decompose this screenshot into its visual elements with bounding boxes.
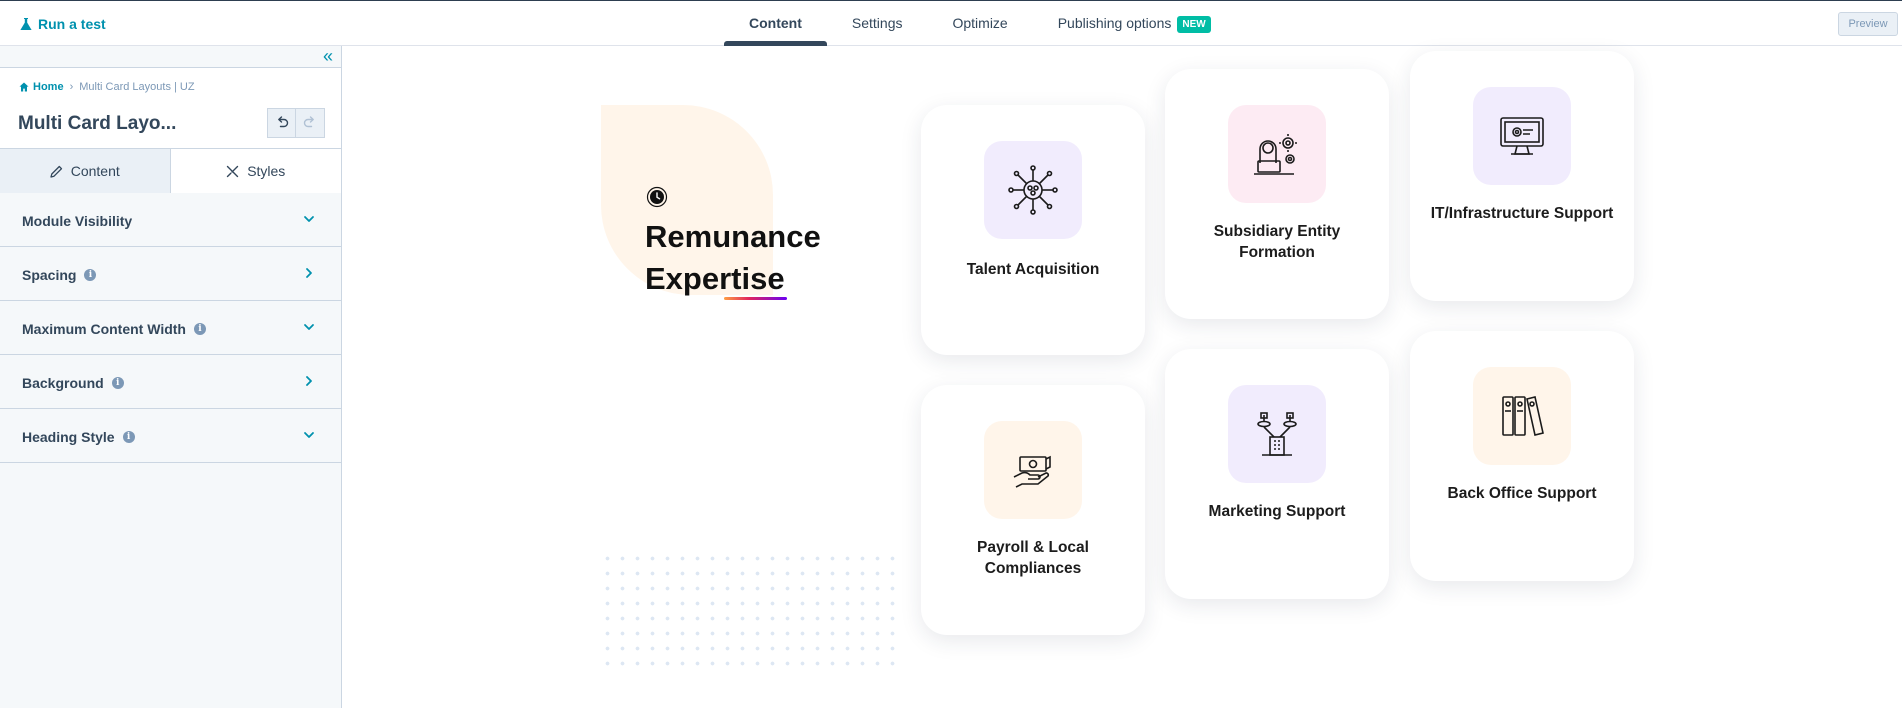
sidebar-tab-styles[interactable]: Styles [170, 149, 341, 193]
card-icon-box [984, 421, 1082, 519]
run-test-button[interactable]: Run a test [20, 16, 106, 32]
breadcrumb-home[interactable]: Home [19, 81, 64, 93]
info-icon[interactable]: i [84, 269, 97, 281]
breadcrumb: Home › Multi Card Layouts | UZ [19, 81, 195, 93]
section-label: Heading Style i [22, 429, 135, 445]
section-label: Spacing i [22, 267, 97, 283]
page-preview: Remunance Expertise Talent Acquisition S… [343, 46, 1902, 708]
chevron-right-icon [306, 376, 312, 386]
binders-icon [1502, 396, 1544, 436]
brush-ruler-icon [226, 165, 239, 177]
tab-settings-label: Settings [851, 15, 903, 31]
section-heading: Remunance Expertise [645, 216, 821, 300]
section-title: Background [22, 375, 104, 391]
section-spacing[interactable]: Spacing i [0, 247, 341, 301]
heading-underline [724, 297, 787, 300]
chevron-down-icon [304, 324, 314, 330]
collapse-sidebar-icon[interactable]: « [323, 47, 333, 65]
chevron-down-icon [304, 216, 314, 222]
flask-icon [20, 17, 32, 30]
card-back-office-support[interactable]: Back Office Support [1410, 331, 1634, 581]
section-heading-style[interactable]: Heading Style i [0, 409, 341, 463]
section-title: Spacing [22, 267, 77, 283]
section-label: Module Visibility [22, 213, 132, 229]
undo-button[interactable] [267, 108, 296, 138]
laptop-gears-icon [1254, 134, 1297, 175]
card-title: Talent Acquisition [966, 261, 1100, 278]
info-icon[interactable]: i [122, 431, 135, 443]
card-marketing-support[interactable]: Marketing Support [1165, 349, 1389, 599]
card-talent-acquisition[interactable]: Talent Acquisition [921, 105, 1145, 355]
info-icon[interactable]: i [111, 377, 124, 389]
sidebar: « Home › Multi Card Layouts | UZ Multi C… [0, 46, 342, 708]
new-badge: NEW [1177, 16, 1211, 33]
hand-cash-icon [1013, 455, 1051, 488]
section-title: Module Visibility [22, 213, 133, 229]
tab-content-label: Content [749, 15, 802, 31]
undo-icon [277, 116, 288, 128]
card-icon-box [1473, 87, 1571, 185]
sidebar-header: Home › Multi Card Layouts | UZ Multi Car… [0, 68, 341, 148]
module-title: Multi Card Layo... [18, 113, 177, 134]
card-title: Marketing Support [1208, 503, 1346, 520]
sidebar-tab-content-label: Content [70, 163, 120, 179]
section-label: Maximum Content Width i [22, 321, 206, 337]
info-icon[interactable]: i [193, 323, 206, 335]
tab-optimize-label: Optimize [952, 15, 1008, 31]
card-subsidiary-entity-formation[interactable]: Subsidiary Entity Formation [1165, 69, 1389, 319]
style-sections: Module Visibility Spacing i Maximum Conte… [0, 193, 341, 463]
heading-line-1: Remunance [645, 219, 821, 254]
card-title: Back Office Support [1447, 485, 1597, 502]
card-title: IT/Infrastructure Support [1430, 205, 1614, 222]
tab-settings[interactable]: Settings [827, 1, 928, 46]
redo-button[interactable] [296, 108, 325, 138]
tab-optimize[interactable]: Optimize [927, 1, 1032, 46]
card-title: Subsidiary Entity Formation [1213, 223, 1341, 261]
card-icon-box [1473, 367, 1571, 465]
section-label: Background i [22, 375, 124, 391]
section-title: Maximum Content Width [22, 321, 186, 337]
card-icon-box [1228, 385, 1326, 483]
sidebar-collapse-row: « [0, 46, 341, 68]
breadcrumb-home-label: Home [33, 81, 64, 93]
tab-content[interactable]: Content [724, 1, 827, 46]
sidebar-tab-styles-label: Styles [247, 163, 286, 179]
card-payroll-local-compliances[interactable]: Payroll & Local Compliances [921, 385, 1145, 635]
clock-badge-icon [646, 186, 668, 208]
decorative-dot-grid [600, 551, 900, 666]
buildings-network-icon [1257, 412, 1297, 456]
chevron-down-icon [304, 432, 314, 438]
section-title: Heading Style [22, 429, 115, 445]
monitor-gear-icon [1500, 117, 1544, 155]
run-test-label: Run a test [38, 16, 106, 32]
tab-publishing-options[interactable]: Publishing options NEW [1033, 1, 1236, 46]
card-title: Payroll & Local Compliances [977, 539, 1089, 577]
section-background[interactable]: Background i [0, 355, 341, 409]
breadcrumb-separator-icon: › [69, 81, 74, 93]
card-icon-box [984, 141, 1082, 239]
breadcrumb-current: Multi Card Layouts | UZ [79, 81, 195, 93]
redo-icon [303, 116, 314, 128]
undo-redo-group [267, 108, 325, 138]
top-bar: Run a test Content Settings Optimize Pub… [0, 0, 1902, 46]
preview-button[interactable]: Preview [1838, 12, 1898, 36]
card-icon-box [1228, 105, 1326, 203]
card-it-infrastructure-support[interactable]: IT/Infrastructure Support [1410, 51, 1634, 301]
tab-publishing-label: Publishing options [1057, 15, 1172, 31]
heading-line-2: Expertise [645, 261, 785, 296]
sidebar-tabs: Content Styles [0, 148, 341, 193]
chevron-right-icon [306, 268, 312, 278]
pencil-icon [50, 165, 62, 178]
sidebar-tab-content[interactable]: Content [0, 149, 171, 193]
home-icon [19, 82, 29, 92]
editor-tabs: Content Settings Optimize Publishing opt… [724, 1, 1236, 46]
section-module-visibility[interactable]: Module Visibility [0, 193, 341, 247]
network-people-icon [1008, 165, 1058, 215]
section-maximum-content-width[interactable]: Maximum Content Width i [0, 301, 341, 355]
